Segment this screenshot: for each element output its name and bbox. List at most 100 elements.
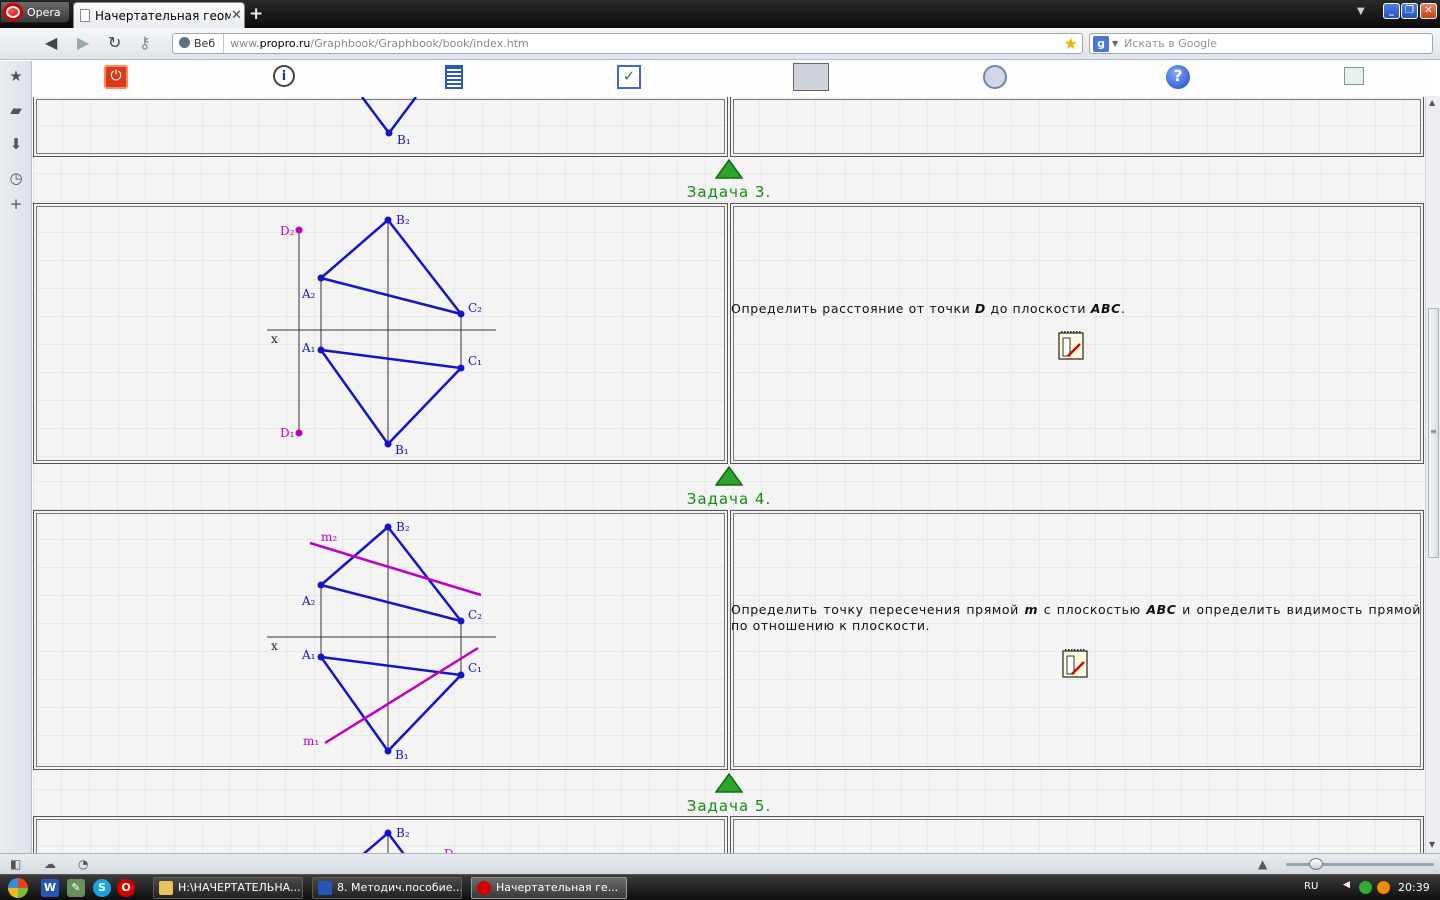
google-icon[interactable]: g — [1093, 35, 1109, 52]
label-a2: A₂ — [301, 594, 316, 608]
task5-epure-fragment: B₂ D — [362, 826, 454, 853]
scroll-up-triangle-icon[interactable] — [715, 773, 743, 793]
url-prefix: www. — [230, 37, 260, 50]
scroll-down-icon[interactable]: ▼ — [1429, 840, 1435, 849]
page-content: ⏻ i ✓ ? B₁ Задача 3. B₂ A₂ C₂ A₁ C₁ B₁ D… — [33, 61, 1425, 853]
scroll-up-triangle-icon[interactable] — [715, 466, 743, 486]
info-icon[interactable]: i — [273, 65, 295, 87]
help-icon[interactable]: ? — [1166, 65, 1190, 89]
label-b2: B₂ — [396, 826, 410, 840]
task5-title: Задача 5. — [686, 797, 772, 815]
search-engine-chevron-icon[interactable]: ▼ — [1112, 39, 1118, 48]
task2-drawing-panel: B₁ — [33, 96, 728, 157]
task4-description: Определить точку пересечения прямой m с … — [731, 602, 1421, 634]
task4-description-panel: Определить точку пересечения прямой m с … — [730, 510, 1424, 770]
open-book-icon[interactable] — [1344, 67, 1364, 85]
word-quicklaunch-icon[interactable]: W — [41, 879, 59, 897]
book-toolbar: ⏻ i ✓ ? — [33, 61, 1425, 97]
side-panel: ★ ▰ ⬇ ◷ + — [0, 61, 32, 853]
wand-key-icon[interactable]: ⚷ — [139, 35, 151, 51]
bookmark-star-icon[interactable]: ★ — [1064, 34, 1082, 53]
downloads-icon[interactable]: ⬇ — [8, 135, 24, 153]
task4-title: Задача 4. — [686, 490, 772, 508]
solution-notepad-icon[interactable] — [1058, 330, 1084, 360]
label-b2: B₂ — [396, 520, 410, 534]
taskbar-item-opera[interactable]: Начертательная ге... — [471, 877, 627, 899]
task4-desc-line: m — [1024, 602, 1039, 617]
search-placeholder: Искать в Google — [1124, 37, 1217, 50]
taskbar-item-label: H:\НАЧЕРТАТЕЛЬНА... — [178, 881, 301, 894]
start-button[interactable] — [8, 878, 28, 898]
zoom-slider-knob[interactable] — [1309, 858, 1323, 870]
taskbar-item-word[interactable]: 8. Методич.пособие... — [312, 877, 462, 899]
test-check-icon[interactable]: ✓ — [617, 65, 641, 89]
taskbar-item-label: Начертательная ге... — [496, 881, 619, 894]
close-window-button[interactable]: ✕ — [1420, 3, 1437, 19]
document-icon[interactable] — [445, 65, 463, 89]
timer-clock-icon[interactable] — [983, 65, 1007, 89]
label-m2: m₂ — [321, 530, 337, 544]
task3-desc-point: D — [974, 301, 986, 316]
panel-toggle-icon[interactable]: ◧ — [10, 857, 21, 871]
scroll-up-triangle-icon[interactable] — [715, 159, 743, 179]
add-panel-icon[interactable]: + — [8, 195, 24, 213]
turbo-gauge-icon[interactable]: ◔ — [78, 857, 88, 871]
tab-list-chevron-icon[interactable]: ▼ — [1357, 6, 1365, 17]
task3-epure: B₂ A₂ C₂ A₁ C₁ B₁ D₂ D₁ x — [267, 213, 496, 457]
tray-expand-icon[interactable]: ◀ — [1343, 880, 1350, 890]
drawing-icon[interactable] — [793, 63, 829, 91]
skype-icon[interactable]: S — [93, 879, 111, 897]
bookmarks-star-icon[interactable]: ★ — [8, 67, 24, 85]
page-scrollbar[interactable]: ▲ ≡ ▼ — [1425, 96, 1440, 853]
address-field[interactable]: Веб www.propro.ru/Graphbook/Graphbook/bo… — [172, 33, 1083, 54]
word-icon — [318, 881, 332, 895]
label-c2: C₂ — [468, 608, 482, 622]
status-bar: ◧ ☁ ◔ ▲ — [0, 853, 1440, 874]
label-d1: D₁ — [280, 426, 294, 440]
reload-icon[interactable]: ↻ — [108, 35, 121, 51]
address-mode-label: Веб — [194, 37, 216, 50]
tray-check-icon[interactable] — [1359, 881, 1372, 894]
exit-power-icon[interactable]: ⏻ — [104, 65, 128, 89]
url-text[interactable]: www.propro.ru/Graphbook/Graphbook/book/i… — [224, 37, 1064, 50]
task3-description-panel: Определить расстояние от точки D до плос… — [730, 203, 1424, 464]
address-mode-badge[interactable]: Веб — [173, 34, 225, 53]
tab-active[interactable]: Начертательная геоме... ✕ — [73, 2, 245, 28]
opera-menu-button[interactable]: Opera — [0, 1, 70, 23]
minimize-button[interactable]: _ — [1383, 3, 1400, 19]
scroll-up-icon[interactable]: ▲ — [1429, 98, 1435, 107]
opera-quicklaunch-icon[interactable]: O — [117, 879, 135, 897]
maximize-button[interactable]: ❐ — [1401, 3, 1418, 19]
label-a1: A₁ — [301, 341, 315, 355]
forward-arrow-icon[interactable]: ▶ — [77, 35, 89, 51]
search-field[interactable]: g ▼ Искать в Google — [1089, 33, 1433, 54]
opera-unite-cloud-icon[interactable]: ☁ — [44, 857, 56, 871]
new-tab-button[interactable]: + — [249, 4, 263, 24]
history-clock-icon[interactable]: ◷ — [8, 169, 24, 187]
zoom-view-icon[interactable]: ▲ — [1258, 857, 1267, 871]
tab-close-button[interactable]: ✕ — [231, 8, 242, 23]
task4-epure: B₂ A₂ C₂ A₁ C₁ B₁ m₂ m₁ x — [267, 520, 496, 762]
clock: 20:39 — [1398, 881, 1430, 894]
language-indicator[interactable]: RU — [1304, 881, 1318, 892]
task3-desc-plane: ABC — [1090, 301, 1121, 316]
label-a1: A₁ — [301, 648, 315, 662]
tab-bar: Opera Начертательная геоме... ✕ + ▼ _ ❐ … — [0, 0, 1440, 28]
label-d2: D₂ — [280, 224, 295, 238]
solution-notepad-icon[interactable] — [1062, 648, 1088, 678]
app-quicklaunch-icon[interactable]: ✎ — [67, 879, 85, 897]
back-arrow-icon[interactable]: ◀ — [45, 35, 57, 51]
label-b1: B₁ — [395, 443, 409, 457]
tray-app-icon[interactable] — [1377, 881, 1390, 894]
label-c1: C₁ — [468, 661, 482, 675]
label-m1: m₁ — [303, 734, 319, 748]
navigation-toolbar: ◀ ▶ ↻ ⚷ Веб www.propro.ru/Graphbook/Grap… — [0, 28, 1440, 60]
label-a2: A₂ — [301, 287, 316, 301]
label-c2: C₂ — [468, 301, 482, 315]
opera-icon — [477, 881, 491, 895]
task3-drawing-panel: B₂ A₂ C₂ A₁ C₁ B₁ D₂ D₁ x — [33, 203, 728, 464]
notes-icon[interactable]: ▰ — [8, 101, 24, 119]
label-b1: B₁ — [397, 133, 411, 147]
taskbar-item-folder[interactable]: H:\НАЧЕРТАТЕЛЬНА... — [153, 877, 303, 899]
page-icon — [80, 9, 90, 22]
